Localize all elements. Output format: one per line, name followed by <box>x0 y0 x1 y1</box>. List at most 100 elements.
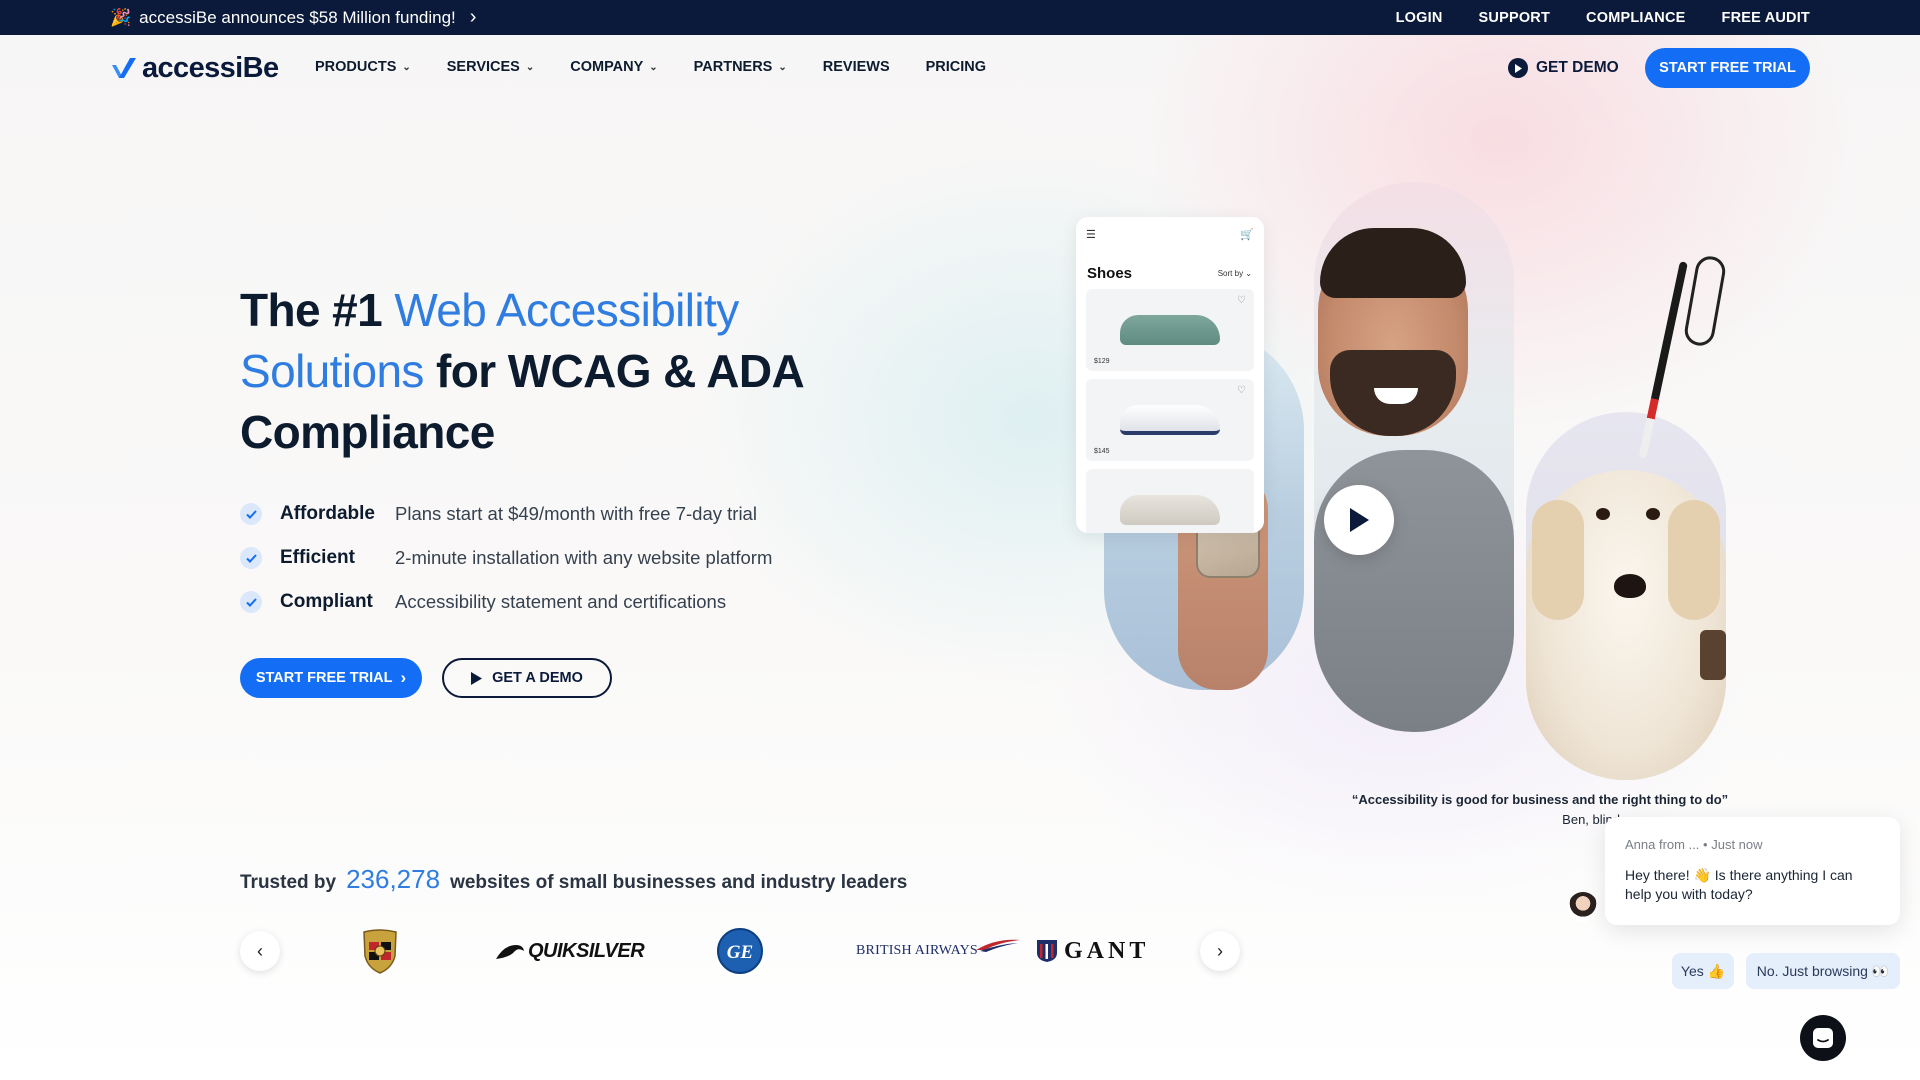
nav-item-label: PRICING <box>925 59 987 75</box>
gant-wordmark: GANT <box>1064 937 1150 964</box>
compliance-link[interactable]: COMPLIANCE <box>1586 10 1685 26</box>
beige-sneaker-image <box>1120 495 1220 525</box>
feature-name: Compliant <box>280 591 373 612</box>
dog-harness <box>1700 630 1726 680</box>
testimonial-quote: “Accessibility is good for business and … <box>1351 792 1729 807</box>
check-icon <box>240 591 262 613</box>
product-card <box>1086 469 1254 533</box>
nav-item-partners[interactable]: PARTNERS ⌄ <box>694 59 787 75</box>
dog-nose <box>1614 574 1646 598</box>
nav-item-label: PARTNERS <box>693 59 773 75</box>
chevron-down-icon: ⌄ <box>402 61 411 73</box>
porsche-logo <box>362 928 398 974</box>
start-free-trial-button[interactable]: START FREE TRIAL <box>1645 48 1810 88</box>
trusted-prefix: Trusted by <box>240 872 337 893</box>
get-demo-link[interactable]: GET DEMO <box>1508 53 1619 83</box>
british-airways-wordmark: BRITISH AIRWAYS <box>856 943 978 958</box>
menu-icon: ☰ <box>1086 228 1096 241</box>
play-icon <box>1350 508 1369 532</box>
funding-announcement-link[interactable]: 🎉 accessiBe announces $58 Million fundin… <box>110 0 476 35</box>
chat-reply-browsing-button[interactable]: No. Just browsing 👀 <box>1746 953 1900 989</box>
shop-preview-card: ☰ 🛒 Shoes Sort by ⌄ ♡ $129 ♡ $145 <box>1076 217 1264 533</box>
chevron-left-icon: ‹ <box>257 940 263 961</box>
free-audit-link[interactable]: FREE AUDIT <box>1722 10 1810 26</box>
logo-check-icon <box>112 58 136 78</box>
quiksilver-logo: QUIKSILVER <box>496 928 645 974</box>
announcement-bar: 🎉 accessiBe announces $58 Million fundin… <box>0 0 1920 35</box>
logo-text: accessiBe <box>142 51 279 84</box>
nav-item-label: SERVICES <box>446 59 520 75</box>
feature-description: Plans start at $49/month with free 7-day… <box>395 503 757 524</box>
heart-icon: ♡ <box>1237 295 1246 306</box>
main-navigation: accessiBe PRODUCTS ⌄ SERVICES ⌄ COMPANY … <box>0 35 1920 99</box>
chat-agent-avatar <box>1568 892 1598 922</box>
nav-item-label: REVIEWS <box>822 59 890 75</box>
hero-start-free-trial-button[interactable]: START FREE TRIAL › <box>240 658 422 698</box>
chat-meta: Anna from ... • Just now <box>1625 837 1880 852</box>
chevron-down-icon: ⌄ <box>778 61 787 73</box>
shop-card-title: Shoes <box>1087 265 1133 282</box>
nav-menu: PRODUCTS ⌄ SERVICES ⌄ COMPANY ⌄ PARTNERS… <box>315 35 986 99</box>
play-icon <box>1508 58 1528 78</box>
hero-title-part1: The #1 <box>240 284 395 336</box>
hero-get-a-demo-button[interactable]: GET A DEMO <box>442 658 612 698</box>
feature-affordable: Affordable Plans start at $49/month with… <box>240 492 860 536</box>
chevron-right-icon: › <box>400 668 407 687</box>
support-link[interactable]: SUPPORT <box>1479 10 1551 26</box>
party-popper-icon: 🎉 <box>110 7 132 27</box>
testimonial-author: Ben, blind <box>1562 812 1620 827</box>
button-label: START FREE TRIAL <box>255 670 393 686</box>
feature-description: Accessibility statement and certificatio… <box>395 591 727 612</box>
heart-icon: ♡ <box>1237 385 1246 396</box>
chat-reply-yes-button[interactable]: Yes 👍 <box>1672 953 1734 989</box>
chat-launcher-button[interactable] <box>1800 1015 1846 1061</box>
british-airways-logo: BRITISH AIRWAYS <box>856 928 1020 974</box>
feature-list: Affordable Plans start at $49/month with… <box>240 492 860 624</box>
video-play-button[interactable] <box>1324 485 1394 555</box>
sort-by-label: Sort by ⌄ <box>1217 269 1252 278</box>
chat-agent-name: Anna from ... <box>1625 837 1700 852</box>
nav-item-label: PRODUCTS <box>315 59 397 75</box>
feature-name: Affordable <box>280 503 375 524</box>
trusted-suffix: websites of small businesses and industr… <box>450 872 908 893</box>
nav-item-company[interactable]: COMPANY ⌄ <box>570 59 657 75</box>
nav-item-reviews[interactable]: REVIEWS <box>823 59 890 75</box>
chat-message-bubble: Anna from ... • Just now Hey there! 👋 Is… <box>1605 817 1900 925</box>
dog-ear-left <box>1532 500 1584 620</box>
website-count: 236,278 <box>346 864 441 894</box>
login-link[interactable]: LOGIN <box>1396 10 1443 26</box>
announcement-text: accessiBe announces $58 Million funding! <box>139 7 456 27</box>
chat-icon <box>1813 1028 1833 1048</box>
chevron-down-icon: ⌄ <box>525 61 535 73</box>
hero-title: The #1 Web Accessibility Solutions for W… <box>240 280 860 463</box>
utility-links: LOGIN SUPPORT COMPLIANCE FREE AUDIT <box>1396 0 1810 35</box>
green-sneaker-image <box>1120 315 1220 345</box>
nav-item-label: COMPANY <box>570 59 644 75</box>
white-sneaker-image <box>1120 405 1220 435</box>
product-price: $145 <box>1094 448 1110 455</box>
feature-name: Efficient <box>280 547 355 568</box>
ge-logo: GE <box>716 928 764 974</box>
check-icon <box>240 547 262 569</box>
feature-efficient: Efficient 2-minute installation with any… <box>240 536 860 580</box>
nav-item-products[interactable]: PRODUCTS ⌄ <box>315 59 411 75</box>
chevron-right-icon: › <box>1217 940 1223 961</box>
chat-timestamp: • Just now <box>1703 837 1763 852</box>
cane-strap <box>1682 254 1728 348</box>
gant-logo: GANT <box>1036 928 1149 974</box>
dog-eye-left <box>1596 508 1610 520</box>
svg-text:GE: GE <box>727 942 753 963</box>
product-card: ♡ $129 <box>1086 289 1254 371</box>
play-icon <box>471 671 483 685</box>
product-card: ♡ $145 <box>1086 379 1254 461</box>
get-demo-label: GET DEMO <box>1536 59 1619 76</box>
shop-card-header: ☰ 🛒 <box>1086 227 1254 241</box>
carousel-prev-button[interactable]: ‹ <box>240 931 280 971</box>
carousel-next-button[interactable]: › <box>1200 931 1240 971</box>
accessibe-logo[interactable]: accessiBe <box>110 51 279 85</box>
cart-icon: 🛒 <box>1240 228 1254 241</box>
check-icon <box>240 503 262 525</box>
nav-item-pricing[interactable]: PRICING <box>926 59 986 75</box>
nav-item-services[interactable]: SERVICES ⌄ <box>447 59 534 75</box>
dog-eye-right <box>1646 508 1660 520</box>
